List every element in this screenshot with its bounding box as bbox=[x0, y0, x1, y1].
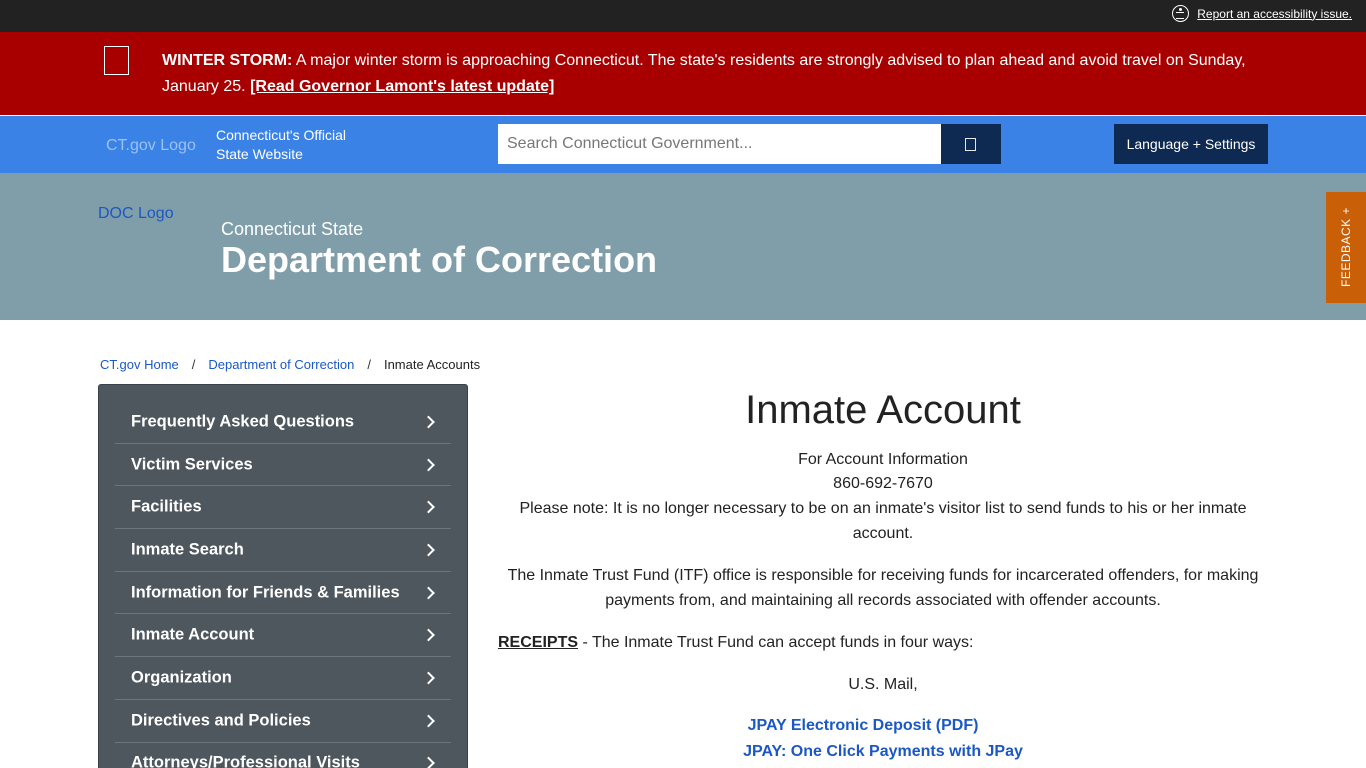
winter-storm-alert: WINTER STORM: A major winter storm is ap… bbox=[0, 32, 1366, 115]
chevron-right-icon bbox=[422, 586, 435, 599]
breadcrumb-home[interactable]: CT.gov Home bbox=[100, 357, 179, 372]
chevron-right-icon bbox=[422, 628, 435, 642]
chevron-right-icon bbox=[422, 714, 435, 728]
chevron-right-icon bbox=[422, 756, 435, 768]
feedback-label: FEEDBACK + bbox=[1339, 206, 1353, 288]
feedback-tab[interactable]: FEEDBACK + bbox=[1326, 192, 1366, 303]
language-settings-button[interactable]: Language + Settings bbox=[1114, 124, 1268, 164]
sidebar-item-label: Inmate Search bbox=[131, 540, 244, 559]
official-site-label: Connecticut's Official State Website bbox=[216, 126, 376, 164]
sidebar-item-label: Information for Friends & Families bbox=[131, 583, 400, 602]
sidebar-item-label: Inmate Account bbox=[131, 625, 255, 644]
official-line-1: Connecticut's Official bbox=[216, 127, 347, 143]
jpay-one-click-link-row: JPAY: One Click Payments with JPay bbox=[498, 739, 1268, 764]
doc-logo[interactable]: DOC Logo bbox=[98, 205, 174, 223]
chevron-right-icon bbox=[422, 543, 435, 557]
alert-label: WINTER STORM: bbox=[162, 52, 293, 69]
account-info-label: For Account Information bbox=[798, 451, 968, 468]
agency-title[interactable]: Department of Correction bbox=[221, 239, 657, 281]
jpay-electronic-deposit-link-row: JPAY Electronic Deposit (PDF) bbox=[478, 713, 1248, 738]
account-phone: 860-692-7670 bbox=[833, 475, 933, 492]
sidebar-item-friends-families[interactable]: Information for Friends & Families bbox=[115, 572, 451, 615]
utility-bar: Report an accessibility issue. bbox=[0, 0, 1366, 32]
itf-description: The Inmate Trust Fund (ITF) office is re… bbox=[507, 567, 1259, 609]
agency-subtitle: Connecticut State bbox=[221, 219, 364, 239]
chevron-right-icon bbox=[422, 500, 435, 514]
sidebar-item-label: Attorneys/Professional Visits bbox=[131, 753, 360, 768]
jpay-one-click-link[interactable]: JPAY: One Click Payments with JPay bbox=[743, 743, 1023, 760]
sidebar-item-organization[interactable]: Organization bbox=[115, 657, 451, 700]
breadcrumb-separator: / bbox=[367, 357, 371, 372]
accessibility-icon bbox=[1172, 5, 1190, 22]
official-line-2: State Website bbox=[216, 146, 303, 162]
jpay-electronic-deposit-link[interactable]: JPAY Electronic Deposit (PDF) bbox=[748, 717, 979, 734]
sidebar-item-label: Organization bbox=[131, 668, 232, 687]
breadcrumb-current: Inmate Accounts bbox=[383, 357, 481, 372]
governor-update-link[interactable]: [Read Governor Lamont's latest update] bbox=[250, 78, 554, 95]
alert-icon bbox=[104, 46, 129, 75]
sidebar-item-inmate-account[interactable]: Inmate Account bbox=[115, 614, 451, 658]
receipts-text: - The Inmate Trust Fund can accept funds… bbox=[578, 634, 974, 651]
breadcrumb-separator: / bbox=[191, 357, 196, 372]
sidebar-item-label: Victim Services bbox=[131, 455, 253, 474]
sidebar-item-label: Directives and Policies bbox=[131, 711, 311, 730]
page-title: Inmate Account bbox=[745, 388, 1021, 432]
sidebar-item-victim-services[interactable]: Victim Services bbox=[115, 444, 451, 487]
receipts-label: RECEIPTS bbox=[498, 634, 579, 651]
accessibility-report[interactable]: Report an accessibility issue. bbox=[1172, 5, 1352, 22]
sidebar-item-attorneys[interactable]: Attorneys/Professional Visits bbox=[115, 743, 451, 768]
chevron-right-icon bbox=[422, 671, 435, 685]
receipts-paragraph: RECEIPTS - The Inmate Trust Fund can acc… bbox=[498, 630, 1268, 655]
sidebar-item-directives[interactable]: Directives and Policies bbox=[115, 700, 451, 743]
sidebar-nav: Frequently Asked Questions Victim Servic… bbox=[98, 384, 468, 768]
chevron-right-icon bbox=[422, 458, 435, 471]
sidebar-item-faq[interactable]: Frequently Asked Questions bbox=[115, 401, 451, 444]
us-mail: U.S. Mail, bbox=[848, 676, 918, 693]
agency-banner: DOC Logo Connecticut State Department of… bbox=[0, 173, 1366, 320]
alert-message: WINTER STORM: A major winter storm is ap… bbox=[162, 48, 1272, 100]
breadcrumb: CT.gov Home / Department of Correction /… bbox=[100, 357, 480, 372]
search-input[interactable] bbox=[498, 124, 941, 164]
search-button[interactable] bbox=[941, 124, 1001, 164]
sidebar-item-label: Facilities bbox=[131, 497, 202, 516]
breadcrumb-department[interactable]: Department of Correction bbox=[208, 357, 354, 372]
sidebar-item-facilities[interactable]: Facilities bbox=[115, 486, 451, 530]
sidebar-item-label: Frequently Asked Questions bbox=[131, 412, 355, 431]
search-icon bbox=[965, 138, 976, 151]
visitor-list-note: Please note: It is no longer necessary t… bbox=[519, 500, 1247, 542]
chevron-right-icon bbox=[422, 415, 435, 429]
accessibility-report-link[interactable]: Report an accessibility issue. bbox=[1197, 7, 1352, 21]
sidebar-item-inmate-search[interactable]: Inmate Search bbox=[115, 529, 451, 572]
ct-gov-header: CT.gov Logo Connecticut's Official State… bbox=[0, 116, 1366, 173]
